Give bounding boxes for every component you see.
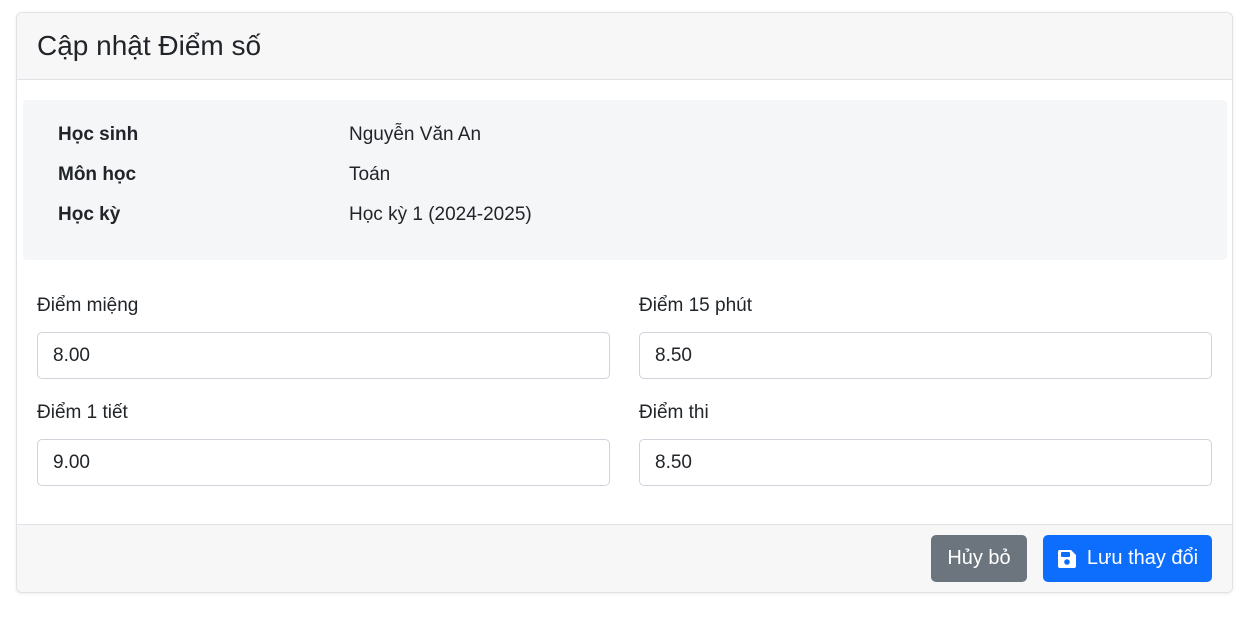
oral-score-group: Điểm miệng <box>37 295 610 379</box>
test1-score-label: Điểm 1 tiết <box>37 402 128 423</box>
exam-score-input[interactable] <box>639 439 1212 486</box>
edit-score-card: Cập nhật Điểm số Học sinh Nguyễn Văn An … <box>16 12 1233 593</box>
test1-score-input[interactable] <box>37 439 610 486</box>
student-label: Học sinh <box>58 124 139 145</box>
quiz15-score-input[interactable] <box>639 332 1212 379</box>
cancel-button[interactable]: Hủy bỏ <box>931 535 1027 582</box>
save-button-label: Lưu thay đổi <box>1086 547 1199 569</box>
oral-score-label: Điểm miệng <box>37 295 139 316</box>
term-value: Học kỳ 1 (2024-2025) <box>349 204 532 225</box>
card-header: Cập nhật Điểm số <box>17 13 1232 80</box>
floppy-disk-icon <box>1057 549 1077 569</box>
student-info-panel: Học sinh Nguyễn Văn An Môn học Toán Học … <box>23 100 1227 260</box>
save-button[interactable]: Lưu thay đổi <box>1043 535 1212 582</box>
subject-label: Môn học <box>58 164 137 185</box>
page-title: Cập nhật Điểm số <box>37 30 262 61</box>
exam-score-group: Điểm thi <box>639 402 1212 486</box>
card-footer: Hủy bỏ Lưu thay đổi <box>17 524 1232 592</box>
student-value: Nguyễn Văn An <box>349 124 482 145</box>
exam-score-label: Điểm thi <box>639 402 709 423</box>
subject-value: Toán <box>349 164 391 185</box>
term-label: Học kỳ <box>58 204 121 225</box>
oral-score-input[interactable] <box>37 332 610 379</box>
test1-score-group: Điểm 1 tiết <box>37 402 610 486</box>
quiz15-score-label: Điểm 15 phút <box>639 295 753 316</box>
cancel-button-label: Hủy bỏ <box>947 547 1011 569</box>
quiz15-score-group: Điểm 15 phút <box>639 295 1212 379</box>
